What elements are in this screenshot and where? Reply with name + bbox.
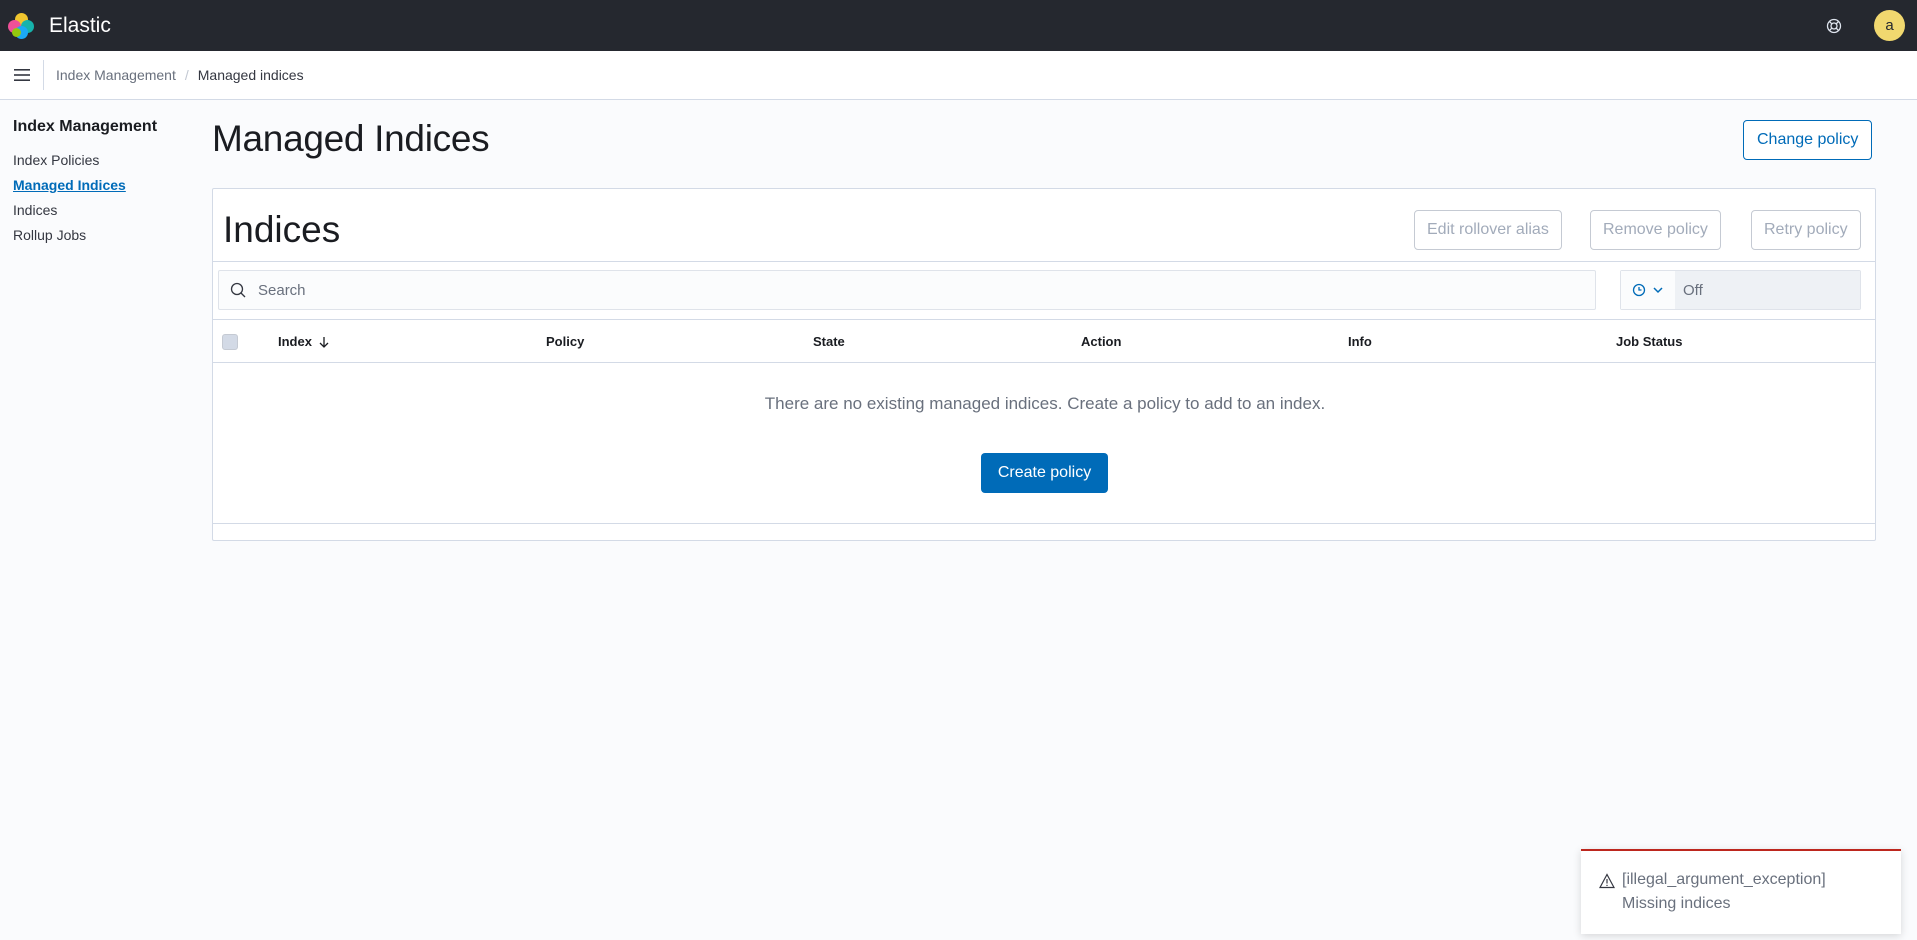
side-nav-title: Index Management <box>13 118 158 135</box>
side-nav: Index Management Index Policies Managed … <box>13 118 193 248</box>
help-icon[interactable] <box>1824 16 1844 36</box>
user-avatar[interactable]: a <box>1874 10 1905 41</box>
arrow-down-icon <box>319 336 329 348</box>
table-header: Index Policy State Action Info Job Statu… <box>213 320 1875 363</box>
breadcrumb-separator: / <box>184 67 189 83</box>
panel-title: Indices <box>223 209 341 250</box>
brand-name[interactable]: Elastic <box>49 14 111 38</box>
search-input[interactable] <box>258 281 1558 299</box>
sidebar-item-index-policies[interactable]: Index Policies <box>13 148 193 173</box>
retry-policy-button[interactable]: Retry policy <box>1751 210 1861 250</box>
column-header-state[interactable]: State <box>813 334 845 349</box>
select-all-checkbox[interactable] <box>222 334 238 350</box>
column-header-index[interactable]: Index <box>278 334 330 349</box>
toast-title: [illegal_argument_exception] <box>1622 871 1826 888</box>
sidebar-item-indices[interactable]: Indices <box>13 198 193 223</box>
panel-footer-divider <box>213 523 1875 524</box>
empty-state-message: There are no existing managed indices. C… <box>764 394 1326 413</box>
error-toast[interactable]: [illegal_argument_exception] Missing ind… <box>1581 849 1901 934</box>
column-header-policy[interactable]: Policy <box>546 334 584 349</box>
header-actions: a <box>1824 10 1905 41</box>
breadcrumb: Index Management / Managed indices <box>56 67 304 83</box>
chevron-down-icon <box>1653 287 1663 294</box>
column-header-info[interactable]: Info <box>1348 334 1372 349</box>
panel-header: Indices Edit rollover alias Remove polic… <box>213 189 1875 262</box>
refresh-interval-picker: Off <box>1620 270 1861 310</box>
search-box <box>218 270 1596 310</box>
refresh-interval-value[interactable]: Off <box>1675 271 1860 309</box>
refresh-toggle[interactable] <box>1621 271 1675 309</box>
column-header-label: Index <box>278 334 312 349</box>
clock-icon <box>1632 283 1646 297</box>
warning-icon <box>1599 873 1615 889</box>
table-toolbar: Off <box>213 262 1875 320</box>
breadcrumb-index-management[interactable]: Index Management <box>56 67 176 83</box>
toast-message: Missing indices <box>1622 895 1731 912</box>
sidebar-item-rollup-jobs[interactable]: Rollup Jobs <box>13 223 193 248</box>
indices-panel: Indices Edit rollover alias Remove polic… <box>212 188 1876 541</box>
remove-policy-button[interactable]: Remove policy <box>1590 210 1721 250</box>
breadcrumb-managed-indices: Managed indices <box>197 67 304 83</box>
change-policy-button[interactable]: Change policy <box>1743 120 1873 160</box>
top-header: Elastic a <box>0 0 1917 51</box>
create-policy-button[interactable]: Create policy <box>981 453 1108 493</box>
breadcrumb-bar: Index Management / Managed indices <box>0 51 1917 100</box>
search-icon <box>230 281 248 299</box>
column-header-job-status[interactable]: Job Status <box>1616 334 1682 349</box>
page-title: Managed Indices <box>212 118 490 159</box>
sidebar-item-managed-indices[interactable]: Managed Indices <box>13 173 193 198</box>
elastic-logo-icon[interactable] <box>8 12 34 39</box>
hamburger-menu-icon[interactable] <box>0 60 44 90</box>
column-header-action[interactable]: Action <box>1081 334 1121 349</box>
edit-rollover-alias-button[interactable]: Edit rollover alias <box>1414 210 1562 250</box>
